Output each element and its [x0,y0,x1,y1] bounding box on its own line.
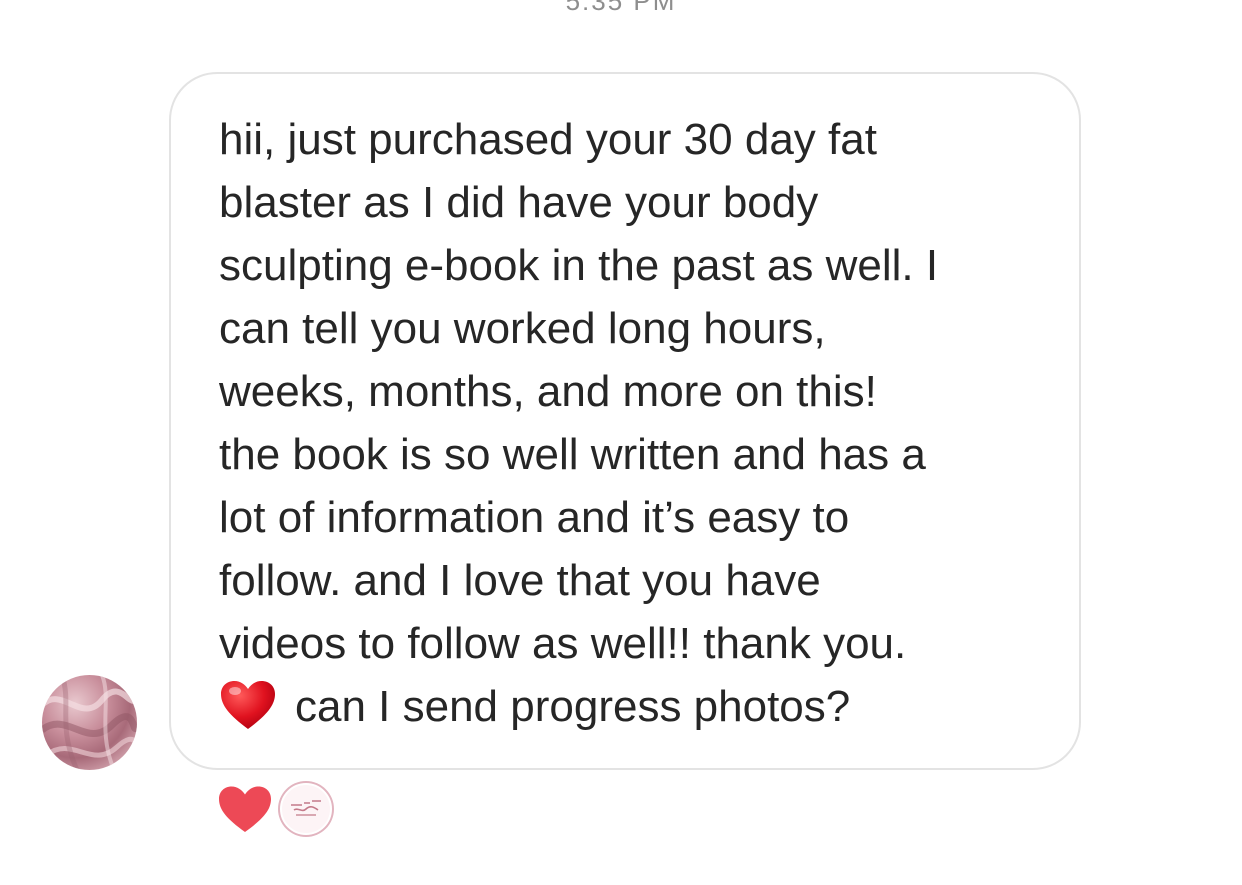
heart-icon[interactable] [216,784,274,834]
message-reactions[interactable] [216,783,332,835]
message-line: follow. and I love that you have [219,556,821,605]
message-line: sculpting e-book in the past as well. I [219,241,939,290]
message-last-line-text: can I send progress photos? [295,682,851,731]
sender-avatar[interactable] [42,675,137,770]
message-timestamp: 5:35 PM [565,0,677,16]
message-bubble[interactable]: hii, just purchased your 30 day fat blas… [169,72,1081,770]
message-line: hii, just purchased your 30 day fat [219,115,877,164]
logo-avatar-icon [291,800,321,816]
message-line: the book is so well written and has a [219,430,926,479]
message-line: blaster as I did have your body [219,178,819,227]
message-line: can tell you worked long hours, [219,304,826,353]
message-line: weeks, months, and more on this! [219,367,877,416]
message-line: videos to follow as well!! thank you. [219,619,907,668]
red-heart-emoji-icon [219,679,277,748]
pink-silk-avatar-icon [42,675,137,770]
reactor-avatar[interactable] [280,783,332,835]
message-last-line: can I send progress photos? [219,675,938,748]
message-text: hii, just purchased your 30 day fat blas… [219,108,938,748]
message-line: lot of information and it’s easy to [219,493,850,542]
